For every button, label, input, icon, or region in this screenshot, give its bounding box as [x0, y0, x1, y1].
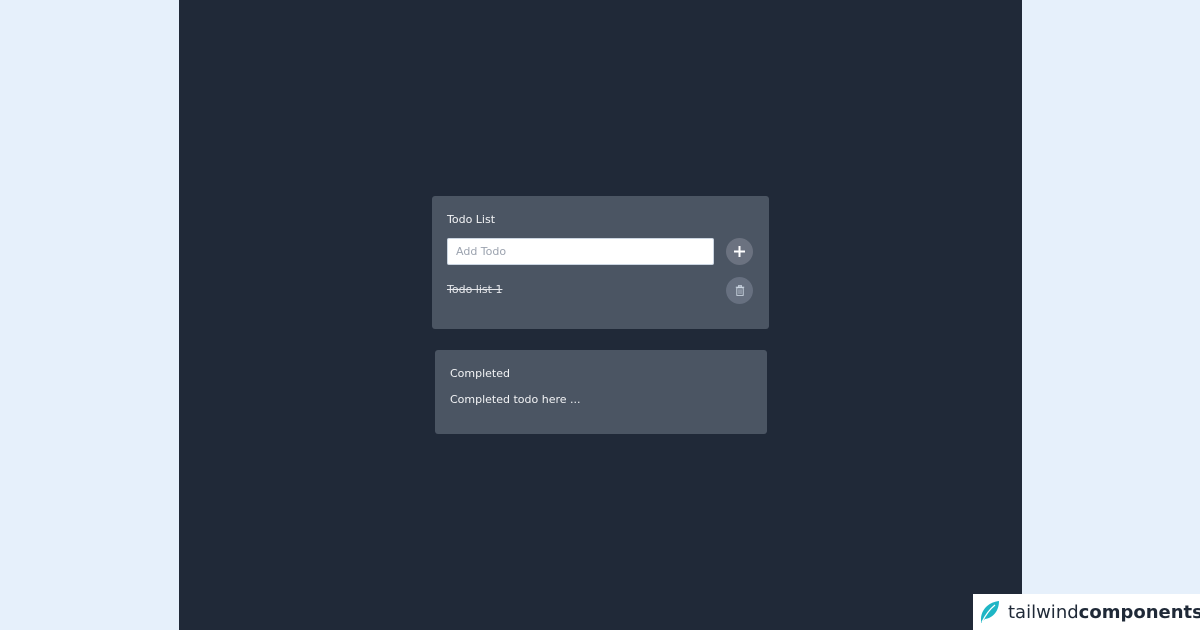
plus-icon	[734, 246, 745, 257]
completed-title: Completed	[450, 367, 510, 380]
app-frame: Todo List Todo list 1 Completed Complete…	[179, 0, 1022, 630]
add-todo-input[interactable]	[447, 238, 714, 265]
feather-leaf-icon	[977, 599, 1003, 625]
todo-list-title: Todo List	[447, 213, 496, 226]
completed-card: Completed Completed todo here ...	[435, 350, 767, 434]
add-todo-button[interactable]	[726, 238, 753, 265]
brand-wordmark: tailwindcomponents	[1008, 602, 1200, 623]
completed-empty-text: Completed todo here ...	[450, 393, 581, 406]
delete-todo-button[interactable]	[726, 277, 753, 304]
todo-list-card: Todo List Todo list 1	[432, 196, 769, 329]
brand-wordmark-light: tailwind	[1008, 601, 1079, 623]
tailwindcomponents-brand[interactable]: tailwindcomponents	[973, 594, 1200, 630]
todo-item-label: Todo list 1	[447, 283, 503, 296]
brand-wordmark-bold: components	[1078, 601, 1200, 623]
trash-icon	[735, 285, 744, 296]
